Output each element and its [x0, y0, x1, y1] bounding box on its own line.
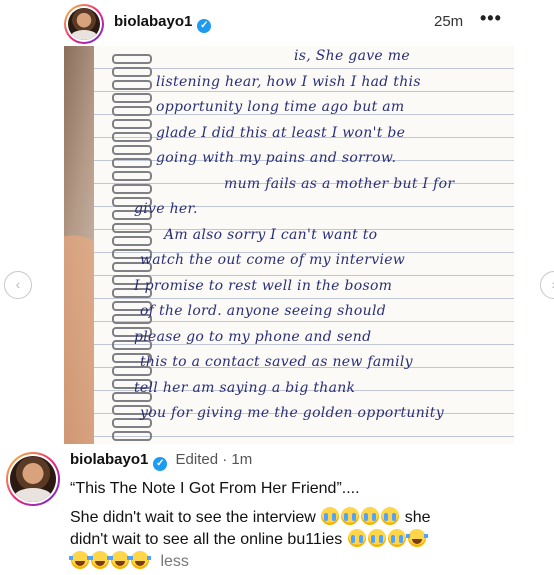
crying-emoji-icon — [361, 507, 380, 525]
caption-text-3: didn't wait to see all the online bu11ie… — [70, 531, 343, 548]
spiral-ring — [112, 184, 152, 194]
crying-emoji-icon — [381, 507, 400, 525]
note-line: going with my pains and sorrow. — [156, 150, 397, 166]
note-line: please go to my phone and send — [134, 328, 372, 345]
spiral-ring — [112, 54, 152, 64]
laughing-emoji-icon — [129, 551, 151, 569]
spiral-ring — [112, 80, 152, 90]
post-photo[interactable]: is, She gave me listening hear, how I wis… — [64, 46, 514, 444]
spiral-ring — [112, 106, 152, 116]
note-line: I promise to rest well in the bosom — [134, 277, 393, 294]
laughing-emoji-icon — [89, 551, 111, 569]
crying-emoji-icon — [341, 507, 360, 525]
note-line: tell her am saying a big thank — [134, 379, 356, 396]
crying-emoji-icon — [387, 529, 406, 547]
crying-emoji-icon — [367, 529, 386, 547]
spiral-ring — [112, 431, 152, 441]
laughing-emoji-icon — [405, 529, 428, 547]
note-line: watch the out come of my interview — [140, 252, 406, 268]
verified-badge-icon: ✓ — [197, 19, 212, 33]
note-line: give her. — [134, 201, 198, 217]
next-arrow-icon[interactable]: › — [540, 271, 554, 299]
spiral-ring — [112, 171, 152, 181]
spiral-ring — [112, 158, 152, 168]
less-link[interactable]: less — [160, 553, 188, 570]
crying-emoji-icon — [347, 529, 366, 547]
caption-line-1: “This The Note I Got From Her Friend”...… — [70, 480, 360, 497]
note-line: you for giving me the golden opportunity — [140, 405, 444, 421]
spiral-ring — [112, 132, 152, 142]
spiral-ring — [112, 145, 152, 155]
caption-avatar[interactable] — [6, 452, 60, 506]
laughing-emoji-icon — [69, 551, 91, 569]
caption-line-4: less — [69, 551, 189, 571]
caption-username[interactable]: biolabayo1 — [70, 451, 148, 468]
profile-avatar[interactable] — [64, 4, 104, 44]
note-line: this to a contact saved as new family — [140, 354, 413, 370]
spiral-ring — [112, 119, 152, 129]
post-time: 25m — [434, 13, 464, 30]
caption-line-3: didn't wait to see all the online bu11ie… — [70, 529, 428, 549]
spiral-ring — [112, 93, 152, 103]
note-line: is, She gave me — [294, 48, 410, 64]
laughing-emoji-icon — [109, 551, 131, 569]
spiral-ring — [112, 236, 152, 246]
crying-emoji-icon — [321, 507, 340, 525]
post-header: biolabayo1 ✓ 25m ••• — [0, 0, 554, 46]
note-line: mum fails as a mother but I for — [224, 175, 455, 192]
note-line: opportunity long time ago but am — [156, 99, 405, 115]
verified-badge-icon: ✓ — [153, 457, 168, 471]
caption-text-2-end: she — [404, 509, 431, 526]
more-options-icon[interactable]: ••• — [480, 8, 502, 29]
caption-line-2: She didn't wait to see the interview she — [70, 507, 431, 527]
username-text[interactable]: biolabayo1 — [114, 13, 192, 30]
note-line: Am also sorry I can't want to — [164, 226, 378, 243]
post-username[interactable]: biolabayo1 ✓ — [114, 13, 212, 33]
note-line: of the lord. anyone seeing should — [140, 303, 386, 319]
caption-header: biolabayo1 ✓ Edited · 1m — [70, 451, 252, 471]
caption-text-2: She didn't wait to see the interview — [70, 509, 316, 526]
previous-arrow-icon[interactable]: ‹ — [4, 271, 32, 299]
note-line: listening hear, how I wish I had this — [156, 73, 421, 90]
spiral-ring — [112, 67, 152, 77]
note-line: glade I did this at least I won't be — [156, 124, 406, 141]
edited-timestamp: Edited · 1m — [175, 451, 253, 468]
spiral-ring — [112, 223, 152, 233]
